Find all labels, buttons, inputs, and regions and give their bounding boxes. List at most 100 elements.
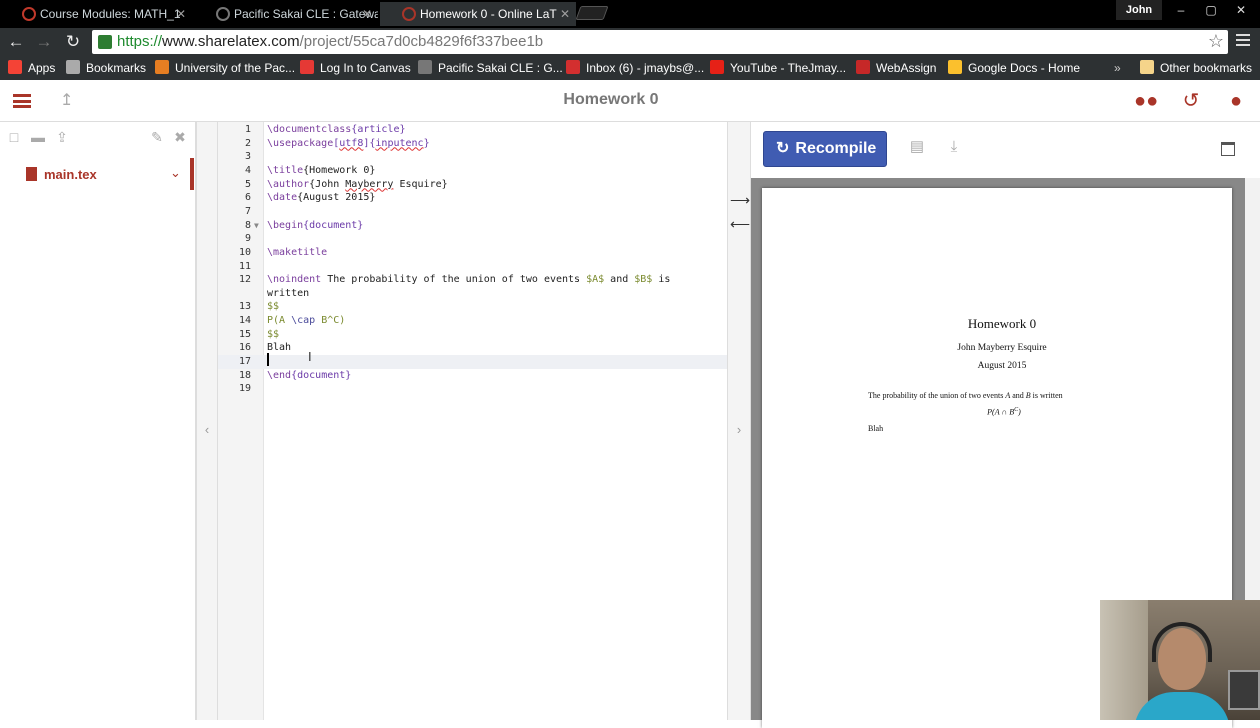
file-item-main-tex[interactable]: main.tex ⌄ [0, 162, 193, 190]
tab-close-icon[interactable]: ✕ [362, 2, 372, 26]
code-text[interactable]: \end{document} [267, 369, 351, 383]
more-bookmarks-icon[interactable]: » [1114, 60, 1121, 76]
code-text[interactable]: $$ [267, 300, 279, 314]
download-icon[interactable]: ⤓ [945, 138, 963, 156]
chevron-right-icon[interactable]: › [728, 422, 750, 437]
fold-toggle-icon[interactable]: ▼ [254, 219, 259, 233]
code-line[interactable]: 3 [218, 150, 727, 164]
pdf-title: Homework 0 [967, 316, 1037, 331]
canvas-icon [300, 60, 314, 74]
tab-close-icon[interactable]: ✕ [560, 2, 570, 26]
project-title[interactable]: Homework 0 [0, 91, 1222, 109]
lock-icon [98, 35, 112, 49]
code-line[interactable]: 11 [218, 260, 727, 274]
chrome-menu-icon[interactable] [1236, 34, 1250, 46]
code-line[interactable]: 5 \author{John Mayberry Esquire} [218, 178, 727, 192]
file-tree-resizer[interactable]: ‹ [196, 122, 218, 720]
profile-button[interactable]: John [1116, 0, 1162, 20]
chevron-down-icon[interactable]: ⌄ [170, 165, 181, 181]
bookmark-item[interactable]: WebAssign [856, 60, 936, 76]
code-line[interactable]: written [218, 287, 727, 301]
chat-icon[interactable]: ● [1224, 89, 1248, 113]
bookmark-item[interactable]: Bookmarks [66, 60, 146, 76]
browser-tab[interactable]: Pacific Sakai CLE : Gatewa ✕ [194, 2, 378, 26]
bookmark-item[interactable]: Log In to Canvas [300, 60, 411, 76]
sync-to-code-icon[interactable]: ⟵ [730, 216, 750, 232]
bookmark-item[interactable]: Inbox (6) - jmaybs@... [566, 60, 704, 76]
minimize-button[interactable]: – [1166, 0, 1196, 20]
bookmark-label: Google Docs - Home [968, 61, 1081, 75]
code-line[interactable]: 15 $$ [218, 328, 727, 342]
code-text[interactable]: \noindent The probability of the union o… [267, 273, 670, 287]
bookmark-star-icon[interactable]: ☆ [1208, 31, 1224, 52]
bookmark-item[interactable]: University of the Pac... [155, 60, 295, 76]
rename-pencil-icon[interactable]: ✎ [148, 128, 166, 146]
code-text[interactable]: written [267, 287, 309, 301]
chevron-left-icon[interactable]: ‹ [197, 422, 217, 437]
forward-icon[interactable]: → [33, 31, 55, 53]
sync-controls: ⟶ ⟵ › [727, 122, 751, 720]
address-bar[interactable]: https://www.sharelatex.com/project/55ca7… [92, 30, 1228, 54]
close-window-button[interactable]: ✕ [1226, 0, 1256, 20]
line-number: 1 [244, 124, 251, 135]
line-number: 12 [238, 274, 251, 286]
code-text[interactable]: \maketitle [267, 246, 327, 260]
code-line[interactable]: 13 $$ [218, 300, 727, 314]
code-text[interactable]: P(A \cap B^C) [267, 314, 345, 328]
line-number: 9 [244, 233, 251, 245]
logs-document-icon[interactable]: ▤ [908, 138, 926, 156]
new-folder-icon[interactable]: ▬ [29, 128, 47, 146]
favicon-icon [402, 7, 416, 21]
code-line[interactable]: 18 \end{document} [218, 369, 727, 383]
bookmark-item[interactable]: Apps [8, 60, 55, 76]
code-text[interactable]: \author{John Mayberry Esquire} [267, 178, 448, 192]
code-line[interactable]: 12 \noindent The probability of the union… [218, 273, 727, 287]
tab-close-icon[interactable]: ✕ [176, 2, 186, 26]
sync-to-pdf-icon[interactable]: ⟶ [730, 192, 750, 208]
reload-icon[interactable]: ↻ [62, 31, 84, 53]
bookmark-item[interactable]: YouTube - TheJmay... [710, 60, 846, 76]
code-line[interactable]: 19 [218, 382, 727, 396]
code-line[interactable]: 16 Blah [218, 341, 727, 355]
code-text[interactable]: \documentclass{article} [267, 123, 405, 137]
code-text[interactable]: \usepackage[utf8]{inputenc} [267, 137, 430, 151]
code-line[interactable]: 14 P(A \cap B^C) [218, 314, 727, 328]
share-users-icon[interactable]: ●● [1134, 89, 1158, 113]
new-file-icon[interactable]: □ [5, 128, 23, 146]
delete-trash-icon[interactable]: ✖ [171, 128, 189, 146]
maximize-window-button[interactable]: ▢ [1196, 0, 1226, 20]
back-icon[interactable]: ← [5, 31, 27, 53]
maximize-pdf-icon[interactable] [1221, 142, 1235, 156]
line-number: 3 [244, 151, 251, 163]
other-bookmarks[interactable]: Other bookmarks [1140, 60, 1252, 76]
bookmark-label: Apps [28, 61, 56, 75]
code-editor[interactable]: 1 \documentclass{article} 2 \usepackage[utf… [218, 122, 727, 720]
code-line[interactable]: 10 \maketitle [218, 246, 727, 260]
code-text[interactable]: \begin{document} [267, 219, 363, 233]
code-line[interactable]: 17 [218, 355, 727, 369]
bookmark-item[interactable]: Pacific Sakai CLE : G... [418, 60, 563, 76]
code-text[interactable]: $$ [267, 328, 279, 342]
bookmark-label: University of the Pac... [175, 61, 296, 75]
bookmark-item[interactable]: Google Docs - Home [948, 60, 1080, 76]
code-line[interactable]: 1 \documentclass{article} [218, 123, 727, 137]
bookmark-label: WebAssign [876, 61, 937, 75]
history-icon[interactable]: ↺ [1179, 89, 1203, 113]
google-drive-icon [948, 60, 962, 74]
code-text[interactable]: \date{August 2015} [267, 191, 375, 205]
recompile-button[interactable]: ↻ Recompile [763, 131, 887, 167]
code-text[interactable]: \title{Homework 0} [267, 164, 375, 178]
code-line[interactable]: 2 \usepackage[utf8]{inputenc} [218, 137, 727, 151]
upload-icon[interactable]: ⇪ [53, 128, 71, 146]
browser-tab[interactable]: Homework 0 - Online LaT ✕ [380, 2, 576, 26]
code-text[interactable]: Blah [267, 341, 291, 355]
url-text[interactable]: https://www.sharelatex.com/project/55ca7… [117, 33, 543, 50]
code-line[interactable]: 8 ▼ \begin{document} [218, 219, 727, 233]
new-tab-button[interactable] [575, 6, 609, 20]
code-line[interactable]: 7 [218, 205, 727, 219]
line-number: 13 [238, 301, 251, 313]
code-line[interactable]: 9 [218, 232, 727, 246]
code-line[interactable]: 6 \date{August 2015} [218, 191, 727, 205]
code-line[interactable]: 4 \title{Homework 0} [218, 164, 727, 178]
browser-tab[interactable]: Course Modules: MATH_1 ✕ [0, 2, 192, 26]
